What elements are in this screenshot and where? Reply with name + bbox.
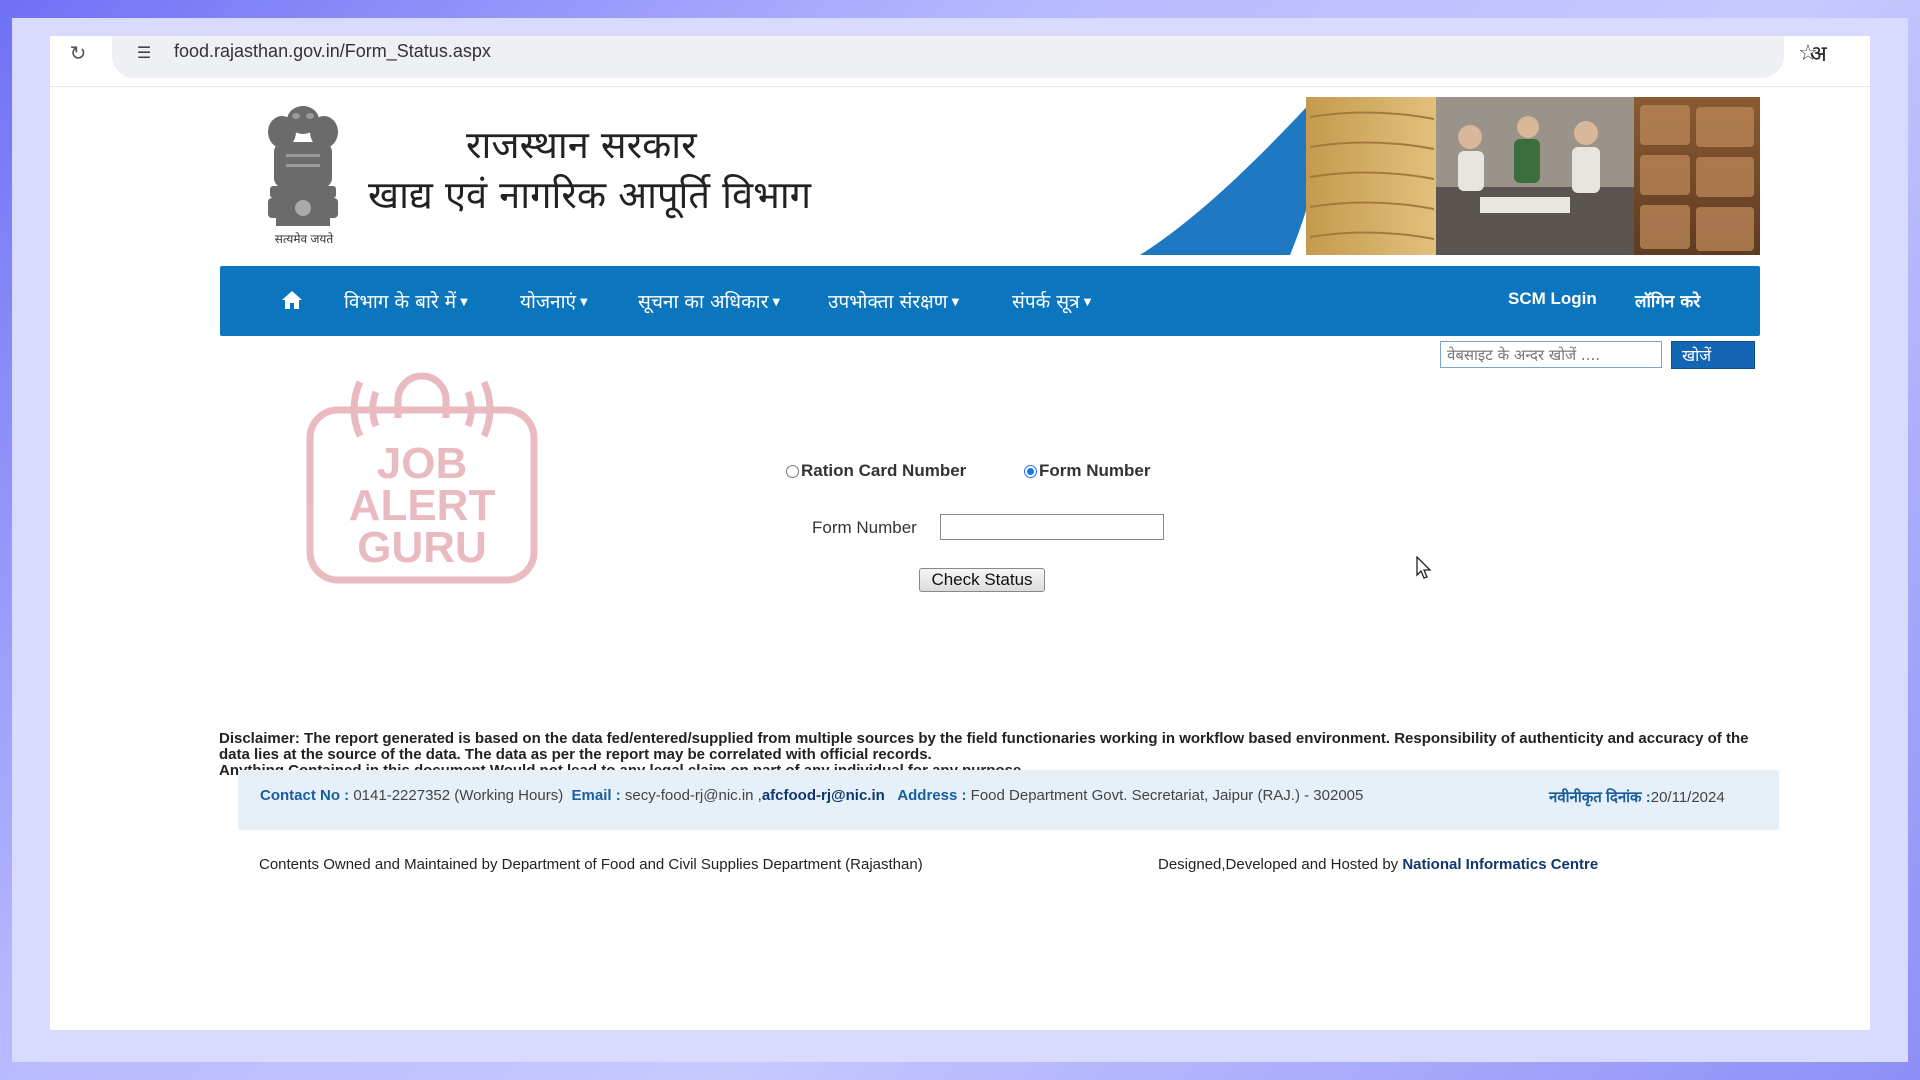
contact-info: Contact No : 0141-2227352 (Working Hours… bbox=[260, 787, 1363, 804]
reload-icon[interactable]: ↻ bbox=[66, 42, 90, 66]
nav-about-department[interactable]: विभाग के बारे में ▼ bbox=[344, 288, 468, 314]
login-link[interactable]: लॉगिन करे bbox=[1635, 289, 1700, 312]
url-text[interactable]: food.rajasthan.gov.in/Form_Status.aspx bbox=[174, 41, 491, 62]
form-number-label: Form Number bbox=[812, 518, 917, 537]
nav-item-label: सूचना का अधिकार bbox=[638, 291, 769, 313]
site-search-button[interactable]: खोजें bbox=[1671, 341, 1755, 369]
contact-number: 0141-2227352 (Working Hours) bbox=[353, 787, 564, 804]
updated-label: नवीनीकृत दिनांक : bbox=[1549, 789, 1651, 806]
form-number-input[interactable] bbox=[940, 514, 1164, 540]
footer-credits-prefix: Designed,Developed and Hosted by bbox=[1158, 856, 1399, 873]
job-alert-guru-watermark: JOB ALERT GURU bbox=[306, 372, 538, 584]
check-status-button[interactable]: Check Status bbox=[919, 568, 1045, 592]
address-bar[interactable]: ☰ food.rajasthan.gov.in/Form_Status.aspx… bbox=[112, 36, 1818, 78]
site-title-department: खाद्य एवं नागरिक आपूर्ति विभाग bbox=[368, 173, 812, 217]
main-navbar: विभाग के बारे में ▼ योजनाएं ▼ सूचना का अधि… bbox=[220, 266, 1760, 336]
watermark-line-3: GURU bbox=[357, 523, 487, 572]
nav-item-label: उपभोक्ता संरक्षण bbox=[828, 291, 948, 313]
nav-consumer-protection[interactable]: उपभोक्ता संरक्षण ▼ bbox=[828, 288, 959, 314]
nav-item-label: विभाग के बारे में bbox=[344, 291, 457, 313]
browser-page: ↻ ☰ food.rajasthan.gov.in/Form_Status.as… bbox=[50, 36, 1870, 1030]
caret-down-icon: ▼ bbox=[772, 297, 781, 308]
caret-down-icon: ▼ bbox=[951, 297, 960, 308]
caret-down-icon: ▼ bbox=[1083, 297, 1092, 308]
translate-icon[interactable]: अ bbox=[1810, 38, 1827, 68]
nav-right-to-information[interactable]: सूचना का अधिकार ▼ bbox=[638, 288, 780, 314]
address-label: Address : bbox=[897, 787, 967, 804]
radio-ration-card-button[interactable] bbox=[786, 465, 799, 478]
mouse-cursor-icon bbox=[1416, 556, 1432, 579]
radio-form-number-button[interactable] bbox=[1024, 465, 1037, 478]
footer-ownership: Contents Owned and Maintained by Departm… bbox=[259, 856, 923, 873]
radio-ration-card[interactable]: Ration Card Number bbox=[786, 461, 966, 481]
site-settings-icon[interactable]: ☰ bbox=[132, 42, 156, 66]
contact-label: Contact No : bbox=[260, 787, 350, 804]
header-banner-image bbox=[1140, 97, 1760, 255]
updated-date: 20/11/2024 bbox=[1650, 789, 1725, 806]
nic-link[interactable]: National Informatics Centre bbox=[1402, 856, 1598, 873]
caret-down-icon: ▼ bbox=[580, 297, 588, 308]
nav-item-label: योजनाएं bbox=[520, 291, 577, 313]
nav-item-label: संपर्क सूत्र bbox=[1012, 291, 1080, 313]
footer-credits: Designed,Developed and Hosted by Nationa… bbox=[1158, 856, 1598, 873]
email-secondary[interactable]: afcfood-rj@nic.in bbox=[762, 787, 885, 804]
browser-toolbar: ↻ ☰ food.rajasthan.gov.in/Form_Status.as… bbox=[50, 36, 1870, 87]
email-label: Email : bbox=[571, 787, 621, 804]
emblem-motto: सत्यमेव जयते bbox=[274, 232, 334, 246]
disclaimer-line-1: Disclaimer: The report generated is base… bbox=[219, 730, 1749, 763]
home-icon[interactable] bbox=[280, 288, 304, 312]
scm-login-link[interactable]: SCM Login bbox=[1508, 289, 1597, 309]
caret-down-icon: ▼ bbox=[460, 297, 468, 308]
address-value: Food Department Govt. Secretariat, Jaipu… bbox=[970, 787, 1364, 804]
email-primary[interactable]: secy-food-rj@nic.in , bbox=[625, 787, 762, 804]
national-emblem-icon bbox=[268, 106, 338, 226]
nav-schemes[interactable]: योजनाएं ▼ bbox=[520, 288, 588, 314]
contact-bar: Contact No : 0141-2227352 (Working Hours… bbox=[238, 770, 1779, 830]
site-title-state: राजस्थान सरकार bbox=[466, 123, 697, 167]
nav-contact[interactable]: संपर्क सूत्र ▼ bbox=[1012, 288, 1091, 314]
last-updated: नवीनीकृत दिनांक :20/11/2024 bbox=[1549, 787, 1725, 807]
site-search-input[interactable] bbox=[1440, 341, 1662, 368]
radio-form-number[interactable]: Form Number bbox=[1024, 461, 1150, 481]
radio-form-number-label: Form Number bbox=[1039, 461, 1151, 480]
radio-ration-card-label: Ration Card Number bbox=[801, 461, 967, 480]
